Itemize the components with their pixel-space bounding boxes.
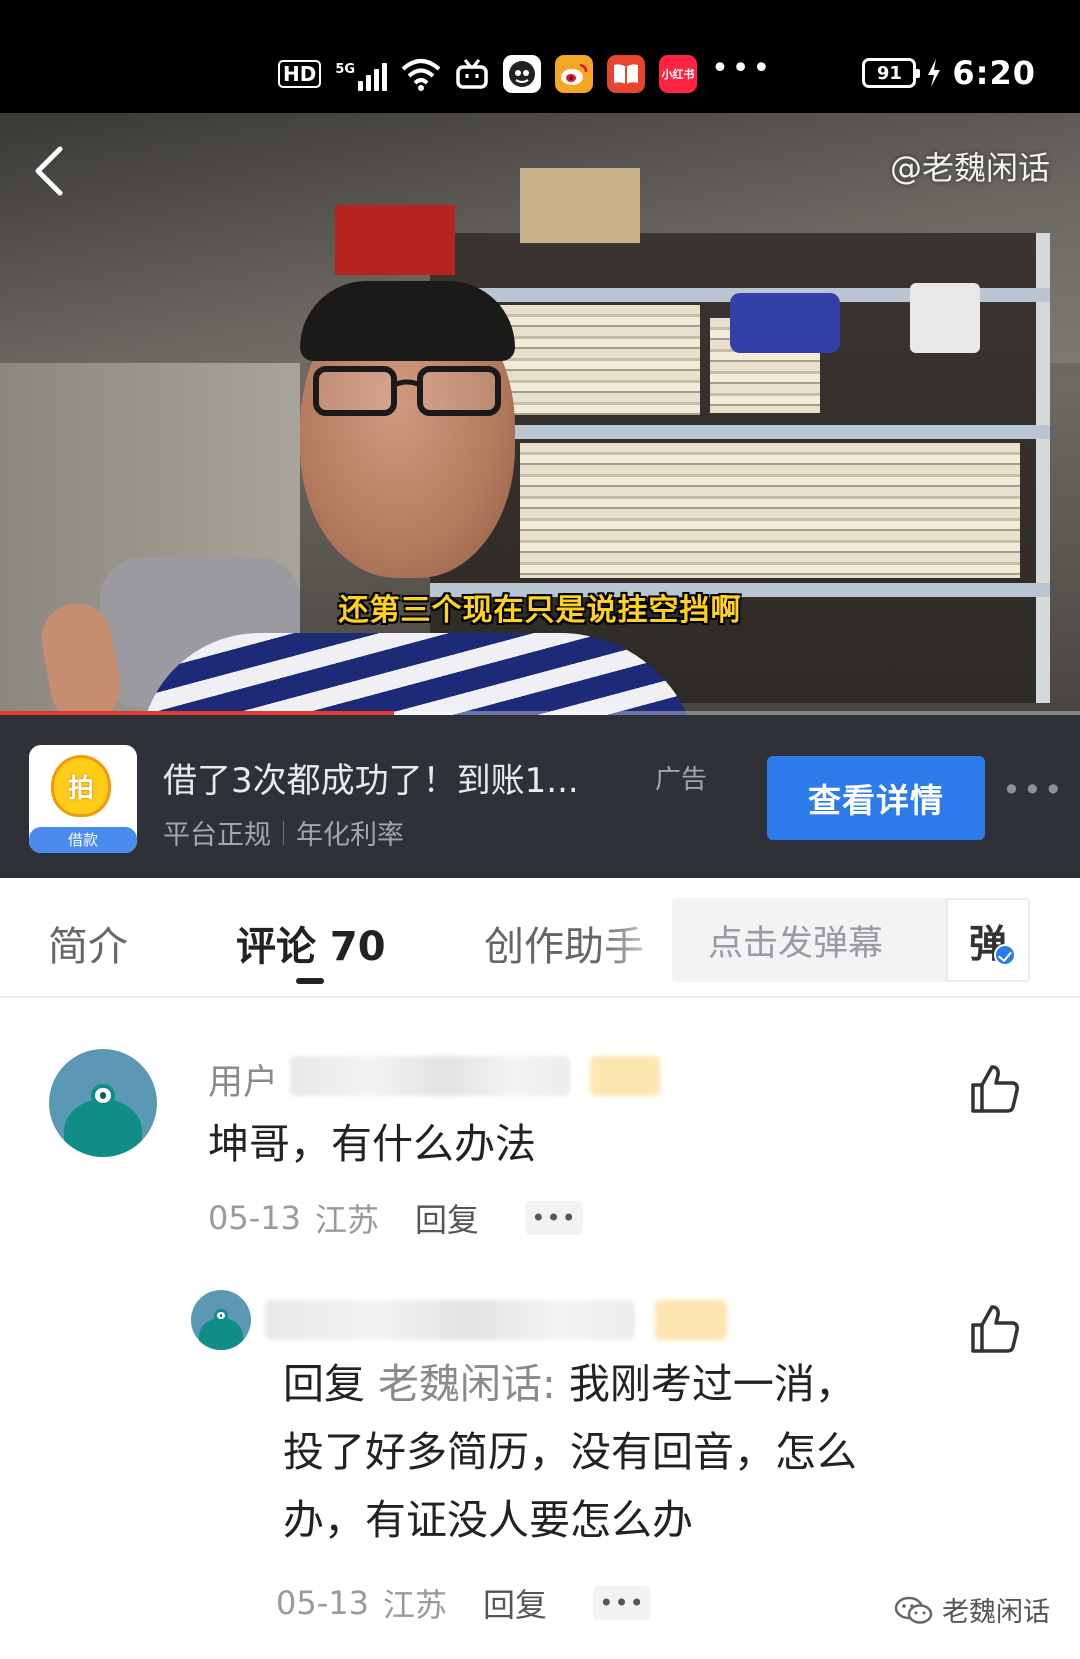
blurred-badge (655, 1300, 727, 1340)
device (910, 283, 980, 353)
wechat-icon (894, 1596, 933, 1624)
wifi-icon (401, 59, 441, 91)
money-bag-icon: 拍 (51, 755, 111, 817)
comment-text-line: 我刚考过一消， (555, 1360, 856, 1408)
ad-sub-item: 平台正规 (163, 820, 271, 851)
reply-prefix: 回复 (283, 1360, 379, 1408)
blurred-badge (590, 1056, 660, 1096)
mention-link[interactable]: 老魏闲话: (378, 1360, 556, 1408)
avatar[interactable] (49, 1049, 157, 1157)
divider (283, 820, 284, 845)
books (520, 443, 1020, 578)
status-icons-right: 91 6:20 (862, 54, 1036, 92)
battery-icon: 91 (862, 58, 921, 88)
cellular-signal-icon: 5G (335, 57, 388, 91)
ad-banner[interactable]: 拍 借款 借了3次都成功了！到账1... 广告 平台正规 年化利率 查看详情 •… (0, 715, 1080, 878)
shelf-plank (430, 425, 1050, 439)
tab-comments[interactable]: 评论 70 (236, 914, 386, 972)
video-watermark: @老魏闲话 (889, 149, 1050, 187)
comment-text: 坤哥，有什么办法 (208, 1120, 536, 1168)
blue-bag (730, 293, 840, 353)
tab-bar: 简介 评论 70 创作助手 点击发弹幕 弹 (0, 878, 1080, 998)
ad-logo-caption: 借款 (29, 827, 137, 853)
more-options-icon[interactable]: ••• (1002, 771, 1065, 809)
comment-text-line: 投了好多简历，没有回音，怎么 (283, 1428, 857, 1476)
footer-watermark: 老魏闲话 (894, 1590, 1050, 1629)
comment-date: 05-13 (208, 1199, 301, 1237)
comment-text: 回复 老魏闲话: 我刚考过一消， 投了好多简历，没有回音，怎么 办，有证没人要怎… (283, 1350, 857, 1554)
ad-subtitle: 平台正规 年化利率 (163, 813, 404, 852)
video-subtitle: 还第三个现在只是说挂空挡啊 (338, 593, 742, 628)
comment-more-icon[interactable]: ••• (593, 1586, 652, 1620)
danmu-input[interactable]: 点击发弹幕 (672, 898, 946, 982)
status-bar: HD 5G 小红书 ••• 91 6:20 (0, 0, 1080, 113)
ad-app-logo: 拍 借款 (29, 745, 137, 853)
back-arrow-icon[interactable] (30, 143, 70, 199)
comment-location: 江苏 (314, 1201, 379, 1239)
video-player[interactable]: @老魏闲话 还第三个现在只是说挂空挡啊 (0, 113, 1080, 715)
hd-indicator: HD (278, 60, 322, 88)
thumbs-up-icon[interactable] (969, 1063, 1021, 1115)
tab-intro[interactable]: 简介 (48, 914, 128, 972)
comment-meta: 05-13 江苏 回复 ••• (208, 1195, 584, 1241)
red-box (335, 205, 455, 275)
tab-fade (600, 898, 672, 978)
weibo-icon (555, 55, 594, 93)
footer-watermark-text: 老魏闲话 (942, 1597, 1050, 1628)
comment-date: 05-13 (276, 1584, 369, 1622)
comment-text-line: 办，有证没人要怎么办 (283, 1496, 693, 1544)
clock: 6:20 (952, 54, 1036, 92)
xiaohongshu-icon: 小红书 (659, 55, 698, 93)
reader-icon (607, 55, 646, 93)
comment-username[interactable]: 用户 (208, 1054, 278, 1105)
danmu-toggle-button[interactable]: 弹 (946, 898, 1030, 982)
active-tab-indicator (296, 978, 324, 984)
comment-meta: 05-13 江苏 回复 ••• (276, 1580, 652, 1626)
ad-title: 借了3次都成功了！到账1... (163, 761, 579, 801)
avatar[interactable] (191, 1290, 251, 1350)
person-glasses (313, 366, 501, 416)
blurred-username (265, 1300, 635, 1340)
ad-label: 广告 (655, 765, 708, 795)
ad-sub-item: 年化利率 (296, 820, 404, 851)
comment-location: 江苏 (382, 1586, 447, 1624)
view-details-button[interactable]: 查看详情 (767, 756, 985, 840)
avatar-app-icon (503, 55, 542, 93)
charging-icon (928, 59, 941, 87)
check-icon (994, 944, 1016, 966)
bilibili-icon (456, 59, 488, 89)
blurred-username (290, 1056, 570, 1096)
person-shirt (140, 633, 700, 715)
status-icons-left: HD 5G 小红书 ••• (278, 50, 774, 96)
person-hair (300, 281, 515, 361)
battery-level: 91 (876, 62, 902, 84)
reply-button[interactable]: 回复 (415, 1195, 479, 1241)
books (500, 305, 700, 415)
thumbs-up-icon[interactable] (969, 1303, 1021, 1355)
comment-more-icon[interactable]: ••• (525, 1201, 584, 1235)
more-notifications-icon: ••• (711, 50, 774, 86)
cardboard-box (520, 168, 640, 243)
reply-button[interactable]: 回复 (483, 1580, 547, 1626)
